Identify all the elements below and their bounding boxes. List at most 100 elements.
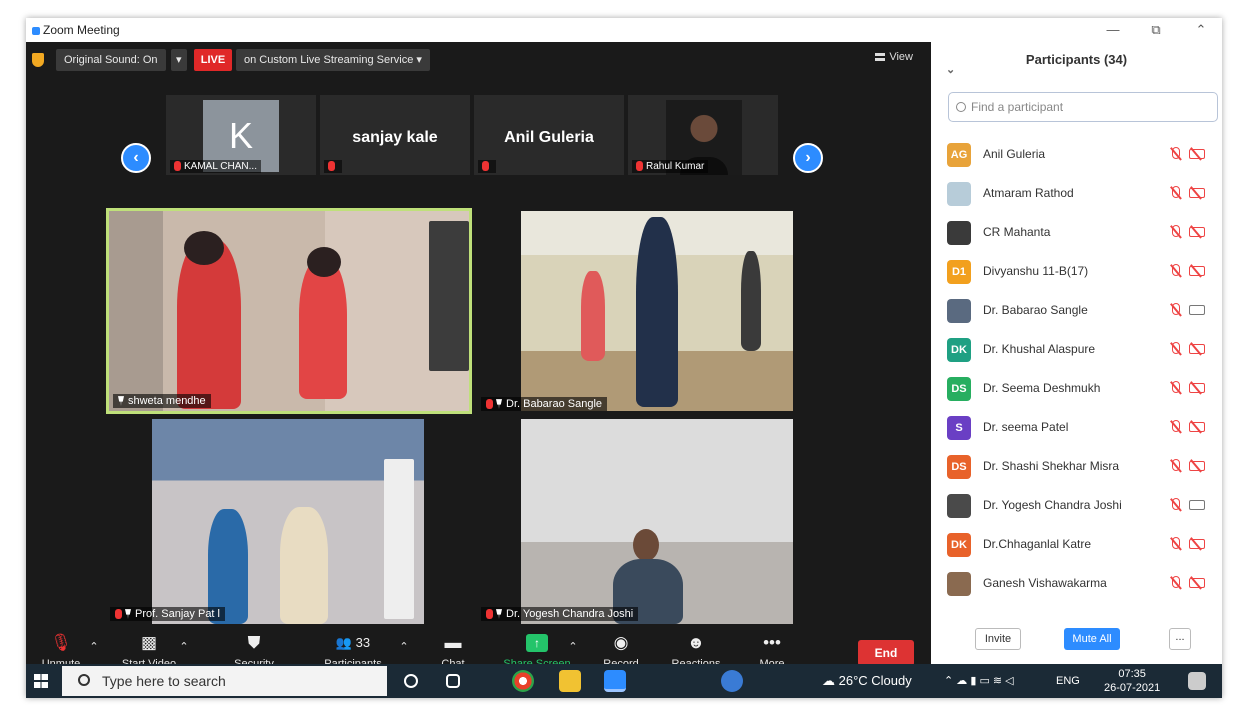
shield-icon[interactable]	[32, 53, 44, 67]
participant-row[interactable]: DS Dr. Seema Deshmukh	[931, 369, 1222, 408]
meeting-area: Original Sound: On ▾ LIVE on Custom Live…	[26, 42, 931, 682]
mic-muted-icon[interactable]	[1169, 342, 1183, 356]
camera-off-icon[interactable]	[1189, 578, 1205, 588]
participant-row[interactable]: Dr. Babarao Sangle	[931, 291, 1222, 330]
participant-row[interactable]: DS Dr. Shashi Shekhar Misra	[931, 447, 1222, 486]
camera-icon[interactable]	[1189, 305, 1205, 315]
participant-row[interactable]: CR Mahanta	[931, 213, 1222, 252]
share-options-caret[interactable]: ⌃	[567, 640, 579, 653]
video-tile-shweta[interactable]: shweta mendhe	[106, 208, 472, 414]
restore-button[interactable]: ⧉	[1141, 20, 1171, 40]
avatar	[947, 494, 971, 518]
participant-name: Dr.Chhaganlal Katre	[983, 537, 1092, 551]
panel-more-button[interactable]: ...	[1169, 628, 1191, 650]
mic-muted-icon[interactable]	[1169, 264, 1183, 278]
camera-off-icon[interactable]	[1189, 149, 1205, 159]
mute-all-button[interactable]: Mute All	[1064, 628, 1120, 650]
prev-page-button[interactable]: ‹	[121, 143, 151, 173]
mic-muted-icon[interactable]	[1169, 186, 1183, 200]
video-tile-yogesh[interactable]: Dr. Yogesh Chandra Joshi	[477, 419, 834, 624]
search-icon	[956, 102, 966, 112]
video-tile-sanjay[interactable]: Prof. Sanjay Pat l	[106, 419, 472, 624]
avatar: DS	[947, 377, 971, 401]
mic-muted-icon[interactable]	[1169, 498, 1183, 512]
participant-row[interactable]: AG Anil Guleria	[931, 135, 1222, 174]
avatar: AG	[947, 143, 971, 167]
pin-icon	[125, 609, 131, 620]
next-page-button[interactable]: ›	[793, 143, 823, 173]
participant-row[interactable]: S Dr. seema Patel	[931, 408, 1222, 447]
weather-widget[interactable]: ☁ 26°C Cloudy	[822, 664, 912, 698]
task-view-icon[interactable]	[446, 674, 460, 688]
participant-name: Ganesh Vishawakarma	[983, 576, 1107, 590]
live-badge: LIVE	[194, 49, 232, 71]
participants-panel: ⌄ Participants (34) Find a participant A…	[931, 42, 1222, 658]
minimize-button[interactable]: —	[1098, 20, 1128, 40]
participant-row[interactable]: Atmaram Rathod	[931, 174, 1222, 213]
sound-dropdown-button[interactable]: ▾	[171, 49, 187, 71]
system-tray-icons[interactable]: ⌃ ☁ ▮ ▭ ≋ ◁	[944, 664, 1014, 698]
participant-row[interactable]: DK Dr. Khushal Alaspure	[931, 330, 1222, 369]
mic-muted-icon[interactable]	[1169, 303, 1183, 317]
strip-tile-kamal[interactable]: K KAMAL CHAN...	[166, 95, 316, 175]
strip-tile-sanjay[interactable]: sanjay kale	[320, 95, 470, 175]
strip-name-tag: KAMAL CHAN...	[170, 160, 261, 173]
camera-off-icon[interactable]	[1189, 227, 1205, 237]
mic-muted-icon[interactable]	[1169, 225, 1183, 239]
camera-off-icon[interactable]	[1189, 344, 1205, 354]
mic-muted-icon[interactable]	[1169, 381, 1183, 395]
windows-start-icon[interactable]	[34, 674, 48, 688]
mic-muted-icon[interactable]	[1169, 420, 1183, 434]
strip-tile-rahul[interactable]: Rahul Kumar	[628, 95, 778, 175]
camera-off-icon[interactable]	[1189, 422, 1205, 432]
participant-row[interactable]: D1 Divyanshu 11-B(17)	[931, 252, 1222, 291]
strip-name: Rahul Kumar	[646, 161, 705, 172]
camera-off-icon[interactable]	[1189, 461, 1205, 471]
file-explorer-icon[interactable]	[559, 670, 581, 692]
participant-name: CR Mahanta	[983, 225, 1051, 239]
title-bar: Zoom Meeting — ⧉ ⌃	[26, 18, 1222, 42]
participant-search-input[interactable]: Find a participant	[948, 92, 1218, 122]
mic-muted-icon[interactable]	[1169, 147, 1183, 161]
camera-off-icon[interactable]	[1189, 539, 1205, 549]
smiley-icon: ☻	[687, 633, 705, 652]
invite-button[interactable]: Invite	[975, 628, 1021, 650]
notification-icon[interactable]	[1188, 672, 1206, 690]
video-options-caret[interactable]: ⌃	[178, 640, 190, 653]
video-tile-babarao[interactable]: Dr. Babarao Sangle	[477, 208, 834, 414]
avatar	[947, 182, 971, 206]
help-icon[interactable]	[721, 670, 743, 692]
participant-row[interactable]: Dr. Yogesh Chandra Joshi	[931, 486, 1222, 525]
camera-off-icon[interactable]	[1189, 383, 1205, 393]
windows-taskbar: Type here to search ☁ 26°C Cloudy ⌃ ☁ ▮ …	[26, 664, 1222, 698]
chrome-icon[interactable]	[512, 670, 534, 692]
live-stream-menu[interactable]: on Custom Live Streaming Service ▾	[236, 49, 430, 71]
zoom-app-icon[interactable]	[604, 670, 626, 692]
participant-row[interactable]: Ganesh Vishawakarma	[931, 564, 1222, 603]
audio-options-caret[interactable]: ⌃	[88, 640, 100, 653]
avatar	[947, 572, 971, 596]
camera-icon[interactable]	[1189, 500, 1205, 510]
clock[interactable]: 07:35 26-07-2021	[1104, 667, 1160, 698]
collapse-button[interactable]: ⌃	[1186, 20, 1216, 40]
language-indicator[interactable]: ENG	[1056, 664, 1080, 698]
view-button[interactable]: View	[875, 51, 913, 63]
participant-name: Dr. Seema Deshmukh	[983, 381, 1101, 395]
mic-muted-icon	[486, 609, 493, 620]
end-meeting-button[interactable]: End	[858, 640, 914, 666]
mic-muted-icon[interactable]	[1169, 537, 1183, 551]
cortana-icon[interactable]	[404, 674, 418, 688]
camera-off-icon[interactable]	[1189, 266, 1205, 276]
original-sound-button[interactable]: Original Sound: On	[56, 49, 166, 71]
mic-muted-icon[interactable]	[1169, 459, 1183, 473]
strip-tile-anil[interactable]: Anil Guleria	[474, 95, 624, 175]
video-person	[299, 259, 347, 399]
camera-off-icon[interactable]	[1189, 188, 1205, 198]
taskbar-search-box[interactable]: Type here to search	[62, 666, 387, 696]
chevron-down-icon[interactable]: ⌄	[946, 52, 955, 88]
strip-name-tag	[478, 160, 496, 173]
participant-row[interactable]: DK Dr.Chhaganlal Katre	[931, 525, 1222, 564]
mic-muted-icon[interactable]	[1169, 576, 1183, 590]
weather-text: 26°C Cloudy	[838, 673, 912, 688]
participants-caret[interactable]: ⌃	[398, 640, 410, 653]
